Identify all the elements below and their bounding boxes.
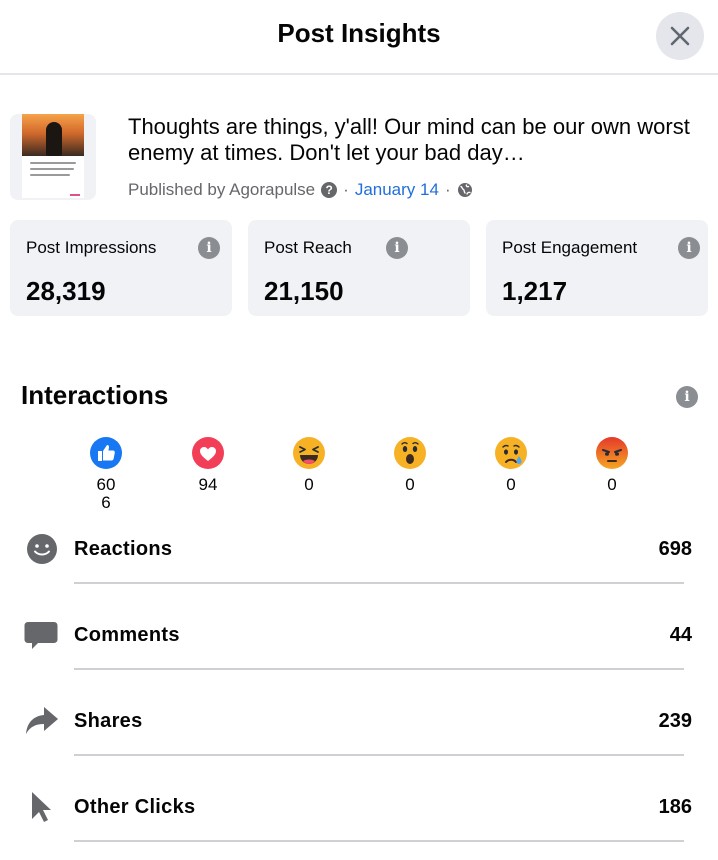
reaction-count: 606 xyxy=(96,475,116,512)
close-icon xyxy=(670,26,690,46)
metric-label: Reactions xyxy=(74,538,173,560)
question-icon[interactable]: ? xyxy=(321,182,338,198)
like-icon xyxy=(90,437,122,469)
post-date-link[interactable]: January 14 xyxy=(355,180,439,200)
stat-value: 1,217 xyxy=(502,276,568,306)
metric-label: Other Clicks xyxy=(74,796,196,818)
post-text[interactable]: Thoughts are things, y'all! Our mind can… xyxy=(128,114,708,166)
metric-value: 186 xyxy=(658,796,692,818)
post-thumbnail[interactable] xyxy=(10,114,96,200)
angry-icon xyxy=(596,437,628,469)
info-icon[interactable]: i xyxy=(386,237,408,259)
reaction-count: 0 xyxy=(304,475,314,494)
globe-icon xyxy=(457,183,472,197)
wow-icon xyxy=(394,437,426,469)
reaction-count: 0 xyxy=(506,475,516,494)
metric-value: 44 xyxy=(669,624,692,646)
sad-icon xyxy=(495,437,527,469)
metric-row-reactions[interactable]: Reactions 698 xyxy=(24,534,694,620)
reaction-angry: 0 xyxy=(582,436,642,494)
info-icon[interactable]: i xyxy=(678,237,700,259)
stat-label: Post Engagement xyxy=(502,238,638,257)
share-icon xyxy=(26,707,58,734)
reaction-haha: 0 xyxy=(279,436,339,494)
divider xyxy=(74,754,684,756)
modal-header: Post Insights xyxy=(0,0,718,75)
smiley-icon xyxy=(27,534,57,564)
reaction-count: 94 xyxy=(198,475,218,494)
cursor-icon xyxy=(32,792,51,822)
metric-row-comments[interactable]: Comments 44 xyxy=(24,620,694,706)
info-icon[interactable]: i xyxy=(198,237,220,259)
metric-row-shares[interactable]: Shares 239 xyxy=(24,706,694,792)
reaction-love: 94 xyxy=(178,436,238,494)
divider xyxy=(74,668,684,670)
divider xyxy=(74,582,684,584)
info-icon[interactable]: i xyxy=(676,386,698,408)
meta-separator: · xyxy=(444,180,451,199)
stat-card-reach: Post Reach i 21,150 xyxy=(248,220,470,316)
love-icon xyxy=(192,437,224,469)
stat-label: Post Reach xyxy=(264,238,352,257)
post-meta: Published by Agorapulse ? · January 14 · xyxy=(128,180,473,200)
reaction-wow: 0 xyxy=(380,436,440,494)
reaction-like: 606 xyxy=(76,436,136,512)
modal-title: Post Insights xyxy=(277,18,441,48)
metric-label: Shares xyxy=(74,710,143,732)
haha-icon xyxy=(293,437,325,469)
metric-value: 239 xyxy=(658,710,692,732)
close-button[interactable] xyxy=(656,12,704,60)
comment-icon xyxy=(24,622,58,649)
post-summary: Thoughts are things, y'all! Our mind can… xyxy=(10,114,710,204)
interactions-title: Interactions xyxy=(21,380,169,410)
divider xyxy=(74,840,684,842)
stat-value: 28,319 xyxy=(26,276,106,306)
stat-value: 21,150 xyxy=(264,276,344,306)
reaction-count: 0 xyxy=(405,475,415,494)
stat-label: Post Impressions xyxy=(26,238,157,257)
reaction-sad: 0 xyxy=(481,436,541,494)
metric-label: Comments xyxy=(74,624,180,646)
meta-separator: · xyxy=(343,180,349,199)
metric-value: 698 xyxy=(658,538,692,560)
metric-row-other-clicks[interactable]: Other Clicks 186 xyxy=(24,792,694,860)
reaction-count: 0 xyxy=(607,475,617,494)
publisher-label: Published by Agorapulse xyxy=(128,180,316,199)
stat-card-impressions: Post Impressions i 28,319 xyxy=(10,220,232,316)
stat-card-engagement: Post Engagement i 1,217 xyxy=(486,220,708,316)
